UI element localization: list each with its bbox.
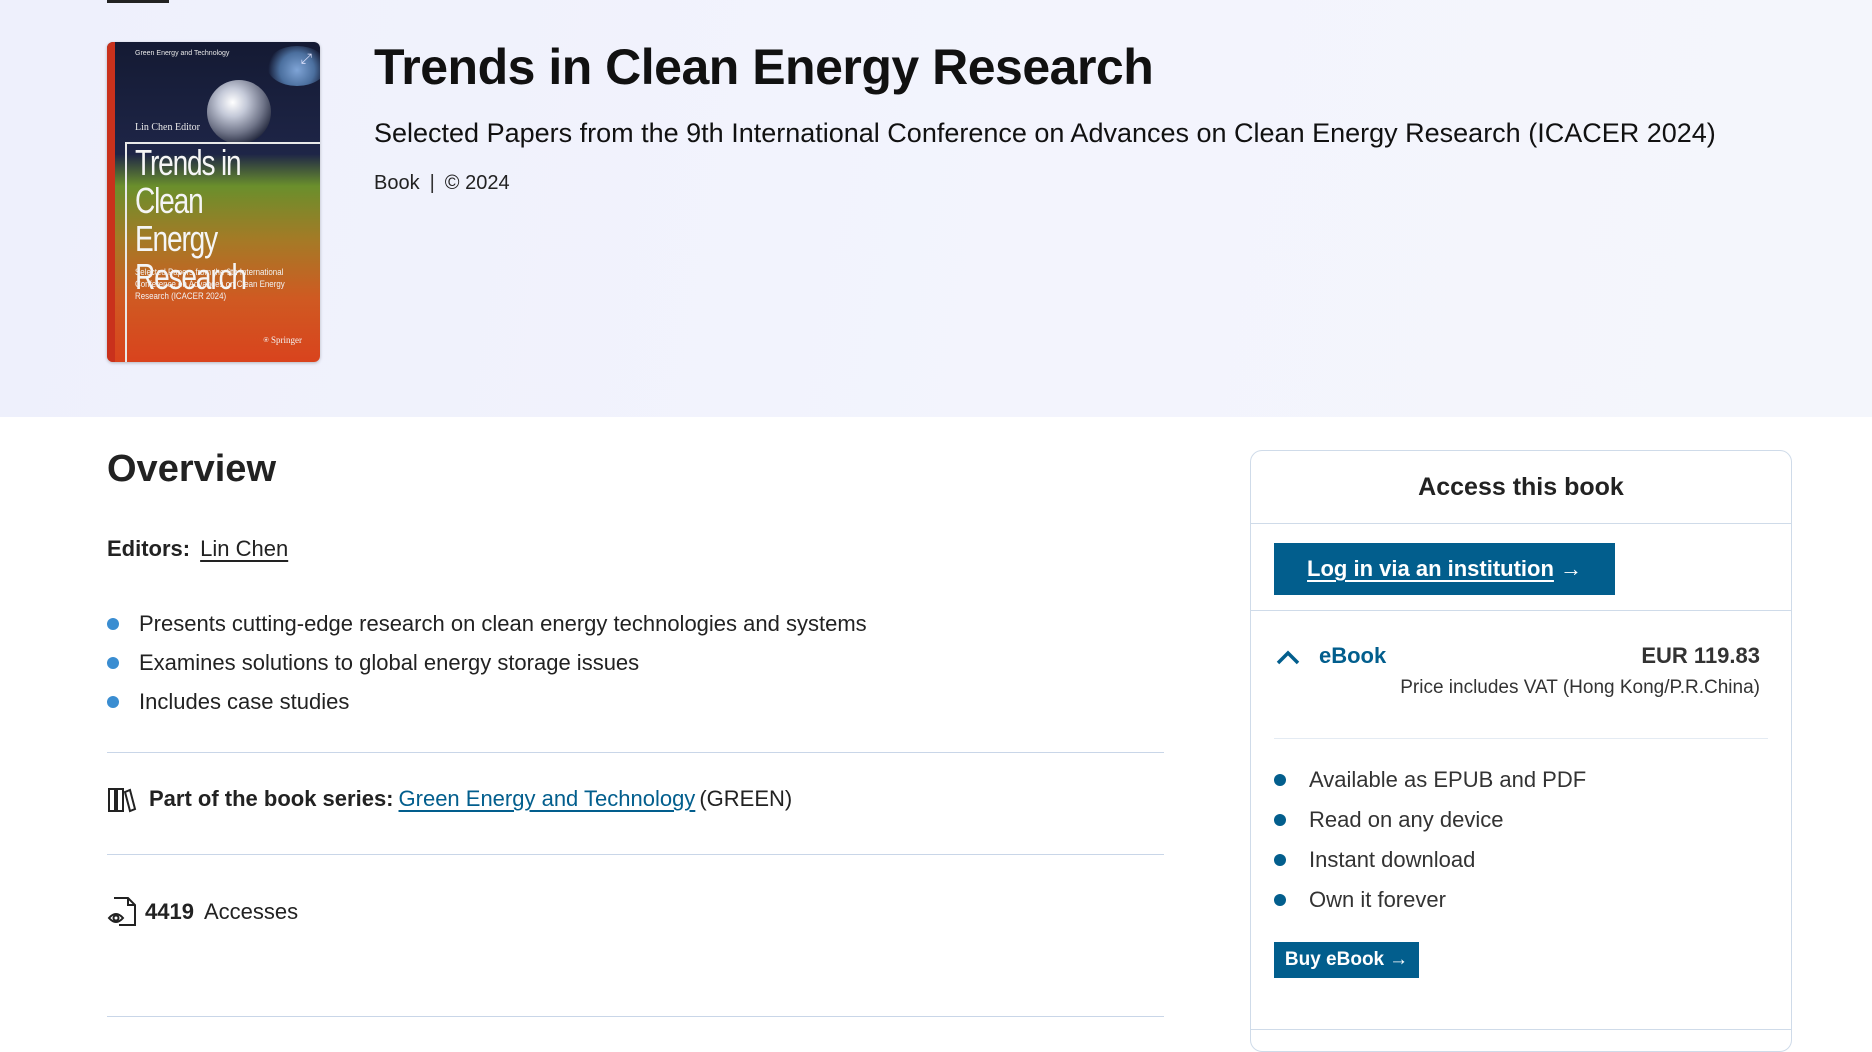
- book-subtitle: Selected Papers from the 9th Internation…: [374, 118, 1716, 148]
- highlights-list: Presents cutting-edge research on clean …: [107, 604, 867, 721]
- series-abbr: (GREEN): [699, 786, 793, 811]
- feature-item: Read on any device: [1274, 800, 1586, 840]
- ebook-toggle[interactable]: eBook: [1319, 643, 1386, 669]
- cover-subtitle: Selected Papers from the 9th Internation…: [135, 267, 285, 301]
- accesses-count: 4419: [145, 899, 194, 924]
- buy-ebook-button[interactable]: Buy eBook →: [1274, 942, 1419, 978]
- series-label: Part of the book series:: [149, 786, 394, 811]
- institution-login-button[interactable]: Log in via an institution →: [1274, 543, 1615, 595]
- cover-editor: Lin Chen Editor: [135, 122, 200, 133]
- book-cover[interactable]: Green Energy and Technology ⤢ Lin Chen E…: [107, 42, 320, 362]
- panel-divider: [1251, 610, 1791, 611]
- highlight-item: Includes case studies: [107, 682, 867, 721]
- panel-divider: [1274, 738, 1768, 739]
- accesses-metric: 4419 Accesses: [107, 896, 298, 928]
- editors-label: Editors:: [107, 536, 191, 561]
- series-link[interactable]: Green Energy and Technology: [399, 786, 696, 812]
- divider: [107, 854, 1164, 855]
- meta-separator: |: [429, 172, 435, 194]
- panel-divider: [1251, 1029, 1791, 1030]
- cover-publisher-logo: ⍟ Springer: [263, 335, 302, 345]
- feature-item: Own it forever: [1274, 880, 1586, 920]
- cover-spine-strip: [107, 42, 115, 362]
- access-panel-title: Access this book: [1251, 451, 1791, 524]
- book-series-row: Part of the book series: Green Energy an…: [107, 784, 792, 814]
- cover-publisher: Springer: [271, 335, 302, 345]
- arrow-right-icon: →: [1559, 556, 1582, 581]
- divider: [107, 752, 1164, 753]
- divider: [107, 1016, 1164, 1017]
- cover-globe-image: [207, 80, 271, 144]
- book-header: Green Energy and Technology ⤢ Lin Chen E…: [0, 0, 1872, 417]
- overview-heading: Overview: [107, 448, 276, 490]
- cover-planet-image: [267, 46, 320, 86]
- institution-login-label: Log in via an institution: [1307, 556, 1554, 581]
- feature-item: Available as EPUB and PDF: [1274, 760, 1586, 800]
- eye-document-icon: [107, 897, 136, 926]
- vat-note: Price includes VAT (Hong Kong/P.R.China): [1400, 677, 1760, 698]
- editor-link[interactable]: Lin Chen: [200, 536, 288, 561]
- cover-series-name: Green Energy and Technology: [135, 50, 230, 57]
- access-panel: Access this book Log in via an instituti…: [1250, 450, 1792, 1052]
- ebook-features-list: Available as EPUB and PDF Read on any de…: [1274, 760, 1586, 920]
- chevron-up-icon[interactable]: [1274, 644, 1302, 672]
- accesses-label: Accesses: [203, 899, 299, 924]
- book-meta: Book | © 2024: [374, 172, 510, 195]
- copyright-year: © 2024: [444, 172, 510, 194]
- highlight-item: Presents cutting-edge research on clean …: [107, 604, 867, 643]
- ebook-price: EUR 119.83: [1641, 643, 1760, 668]
- book-title: Trends in Clean Energy Research: [374, 39, 1154, 95]
- header-top-rule: [107, 0, 169, 3]
- books-icon: [108, 788, 137, 813]
- arrow-right-icon: →: [1389, 949, 1409, 970]
- highlight-item: Examines solutions to global energy stor…: [107, 643, 867, 682]
- external-expand-icon[interactable]: ⤢: [301, 50, 312, 67]
- feature-item: Instant download: [1274, 840, 1586, 880]
- editors-line: Editors: Lin Chen: [107, 536, 288, 562]
- buy-ebook-label: Buy eBook: [1284, 949, 1385, 970]
- content-type: Book: [374, 172, 420, 194]
